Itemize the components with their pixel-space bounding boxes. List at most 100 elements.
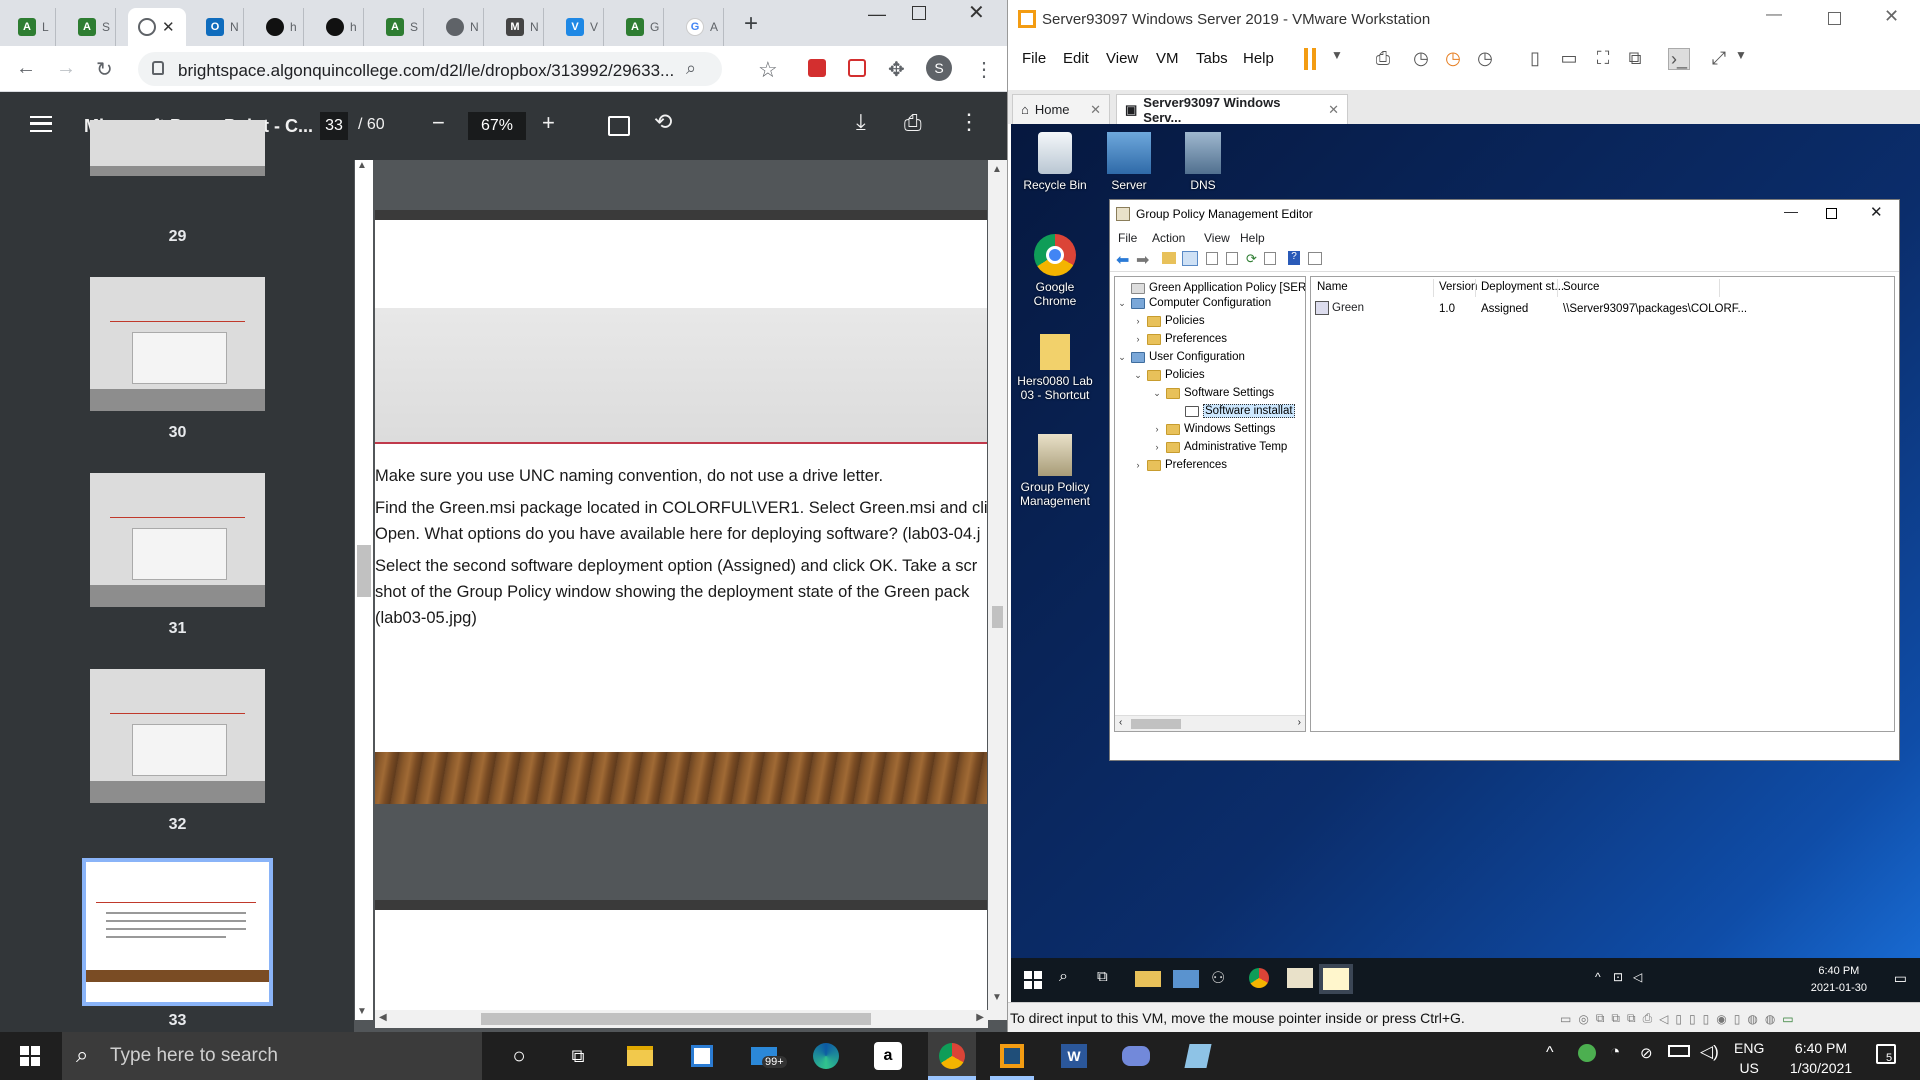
browser-tab[interactable]: h: [316, 8, 364, 46]
tree-item-uc-preferences[interactable]: › Preferences: [1133, 456, 1228, 474]
browser-tab-active[interactable]: ✕: [128, 8, 186, 46]
desktop-icon-lab-shortcut[interactable]: Hers0080 Lab 03 - Shortcut: [1017, 334, 1093, 402]
thumbnail-bar-icon[interactable]: ▭: [1558, 48, 1580, 70]
usb-icon[interactable]: ▯: [1675, 1012, 1682, 1026]
maximize-icon[interactable]: [912, 6, 926, 20]
tree-item-software-settings[interactable]: ⌄ Software Settings: [1152, 384, 1274, 402]
printer-icon[interactable]: ⎙: [1643, 1011, 1653, 1026]
close-window-icon[interactable]: ✕: [1870, 203, 1883, 221]
network-icon[interactable]: ⚇: [1211, 968, 1237, 992]
thumbnail-30[interactable]: [90, 277, 265, 411]
notes-icon[interactable]: [1182, 1040, 1214, 1072]
send-ctrl-alt-del-icon[interactable]: ⎙: [1372, 48, 1394, 70]
browser-tab[interactable]: AS: [376, 8, 424, 46]
taskbar-search[interactable]: ⌕ Type here to search: [62, 1032, 482, 1080]
thumbnail-31[interactable]: [90, 473, 265, 607]
close-tab-icon[interactable]: ✕: [162, 18, 175, 36]
up-folder-icon[interactable]: [1162, 252, 1176, 264]
store-icon[interactable]: [686, 1040, 718, 1072]
gpme-menu-action[interactable]: Action: [1152, 231, 1185, 245]
tree-item-cc-preferences[interactable]: › Preferences: [1133, 330, 1228, 348]
maximize-icon[interactable]: [1828, 12, 1841, 25]
volume-icon[interactable]: ◁: [1633, 970, 1642, 984]
revert-snapshot-icon[interactable]: ◷: [1442, 48, 1464, 70]
tab-server-vm[interactable]: ▣ Server93097 Windows Serv... ✕: [1116, 94, 1348, 125]
properties-icon[interactable]: [1206, 252, 1218, 265]
vpn-icon[interactable]: [1578, 1044, 1596, 1062]
hdd-icon[interactable]: ▭: [1560, 1012, 1571, 1026]
close-window-icon[interactable]: ✕: [1884, 6, 1899, 27]
windows-start-icon[interactable]: [1021, 968, 1047, 992]
network-adapter-icon[interactable]: ⧉: [1596, 1011, 1605, 1026]
desktop-icon-gpm[interactable]: Group Policy Management: [1017, 434, 1093, 508]
browser-tab[interactable]: MN: [496, 8, 544, 46]
tray-chevron-icon[interactable]: ^: [1595, 970, 1601, 984]
col-header-deployment[interactable]: Deployment st...: [1481, 281, 1564, 293]
browser-tab[interactable]: VV: [556, 8, 604, 46]
edge-icon[interactable]: [810, 1040, 842, 1072]
volume-icon[interactable]: ◁): [1700, 1042, 1719, 1062]
search-icon[interactable]: ⌕: [1059, 968, 1085, 992]
desktop-icon-chrome[interactable]: Google Chrome: [1017, 234, 1093, 308]
tab-home[interactable]: ⌂ Home ✕: [1012, 94, 1110, 124]
message-log-icon[interactable]: ▭: [1782, 1012, 1793, 1026]
bookmark-star-icon[interactable]: ☆: [758, 57, 778, 83]
chrome-icon[interactable]: [1249, 968, 1269, 988]
menu-tabs[interactable]: Tabs: [1196, 50, 1228, 67]
task-view-icon[interactable]: ⧉: [562, 1040, 594, 1072]
forward-icon[interactable]: ➡: [1136, 250, 1149, 270]
tree-item-cc-policies[interactable]: › Policies: [1133, 312, 1205, 330]
browser-tab[interactable]: AL: [8, 8, 56, 46]
battery-icon[interactable]: [1668, 1045, 1690, 1057]
reload-icon[interactable]: ↻: [96, 57, 113, 82]
dropdown-arrow-icon[interactable]: ▼: [1730, 48, 1752, 70]
show-tree-icon[interactable]: [1182, 251, 1198, 266]
gpme-menu-file[interactable]: File: [1118, 231, 1137, 245]
thumbnail-scrollbar[interactable]: ▲ ▼: [355, 160, 373, 1020]
desktop-icon-server[interactable]: Server: [1091, 132, 1167, 192]
export-icon[interactable]: [1226, 252, 1238, 265]
url-text[interactable]: brightspace.algonquincollege.com/d2l/le/…: [178, 61, 674, 81]
disk-icon[interactable]: ◍: [1747, 1012, 1757, 1026]
hamburger-menu-icon[interactable]: [30, 116, 52, 132]
page-number-input[interactable]: 33: [320, 112, 348, 140]
expand-icon[interactable]: ›: [1152, 424, 1162, 434]
omnibox[interactable]: brightspace.algonquincollege.com/d2l/le/…: [138, 52, 722, 86]
back-icon[interactable]: ←: [16, 57, 36, 80]
thumbnail-29[interactable]: [90, 120, 265, 176]
guest-screen[interactable]: Recycle Bin Server DNS Google Chrome Her…: [1011, 124, 1920, 1002]
table-row[interactable]: Green: [1315, 301, 1364, 315]
zoom-icon[interactable]: ⌕: [686, 58, 696, 79]
thumbnail-32[interactable]: [90, 669, 265, 803]
col-header-name[interactable]: Name: [1317, 281, 1348, 293]
tray-chevron-icon[interactable]: ^: [1546, 1044, 1554, 1062]
print-icon[interactable]: ⎙: [904, 110, 922, 136]
expand-icon[interactable]: ›: [1133, 316, 1143, 326]
extensions-icon[interactable]: ✥: [888, 57, 905, 82]
tree-item-software-installation[interactable]: Software installat: [1171, 402, 1295, 420]
menu-help[interactable]: Help: [1243, 50, 1274, 67]
usb-icon[interactable]: ▯: [1689, 1012, 1696, 1026]
close-tab-icon[interactable]: ✕: [1090, 102, 1101, 118]
stretch-icon[interactable]: ⤢: [1708, 48, 1730, 70]
document-hscrollbar[interactable]: ◀ ▶: [375, 1010, 988, 1028]
tree-item-windows-settings[interactable]: › Windows Settings: [1152, 420, 1276, 438]
action-pane-icon[interactable]: [1308, 252, 1322, 265]
forward-icon[interactable]: →: [56, 57, 76, 80]
tree-item-computer-config[interactable]: ⌄ Computer Configuration: [1117, 294, 1271, 312]
sound-icon[interactable]: ◁: [1659, 1012, 1668, 1026]
collapse-icon[interactable]: ⌄: [1152, 388, 1162, 399]
browser-tab[interactable]: N: [436, 8, 484, 46]
guest-clock[interactable]: 6:40 PM 2021-01-30: [1811, 963, 1867, 997]
browser-tab[interactable]: ON: [196, 8, 244, 46]
refresh-icon[interactable]: ⟳: [1246, 251, 1257, 267]
menu-vm[interactable]: VM: [1156, 50, 1179, 67]
network-tray-icon[interactable]: ⊡: [1613, 970, 1623, 984]
network-adapter-icon[interactable]: ⧉: [1611, 1011, 1620, 1026]
action-center-icon[interactable]: 5: [1876, 1044, 1896, 1064]
browser-tab[interactable]: AS: [68, 8, 116, 46]
close-tab-icon[interactable]: ✕: [1328, 102, 1339, 118]
back-icon[interactable]: ⬅: [1116, 250, 1129, 270]
dropdown-arrow-icon[interactable]: ▼: [1326, 48, 1348, 70]
mail-icon[interactable]: 99+: [748, 1040, 787, 1072]
